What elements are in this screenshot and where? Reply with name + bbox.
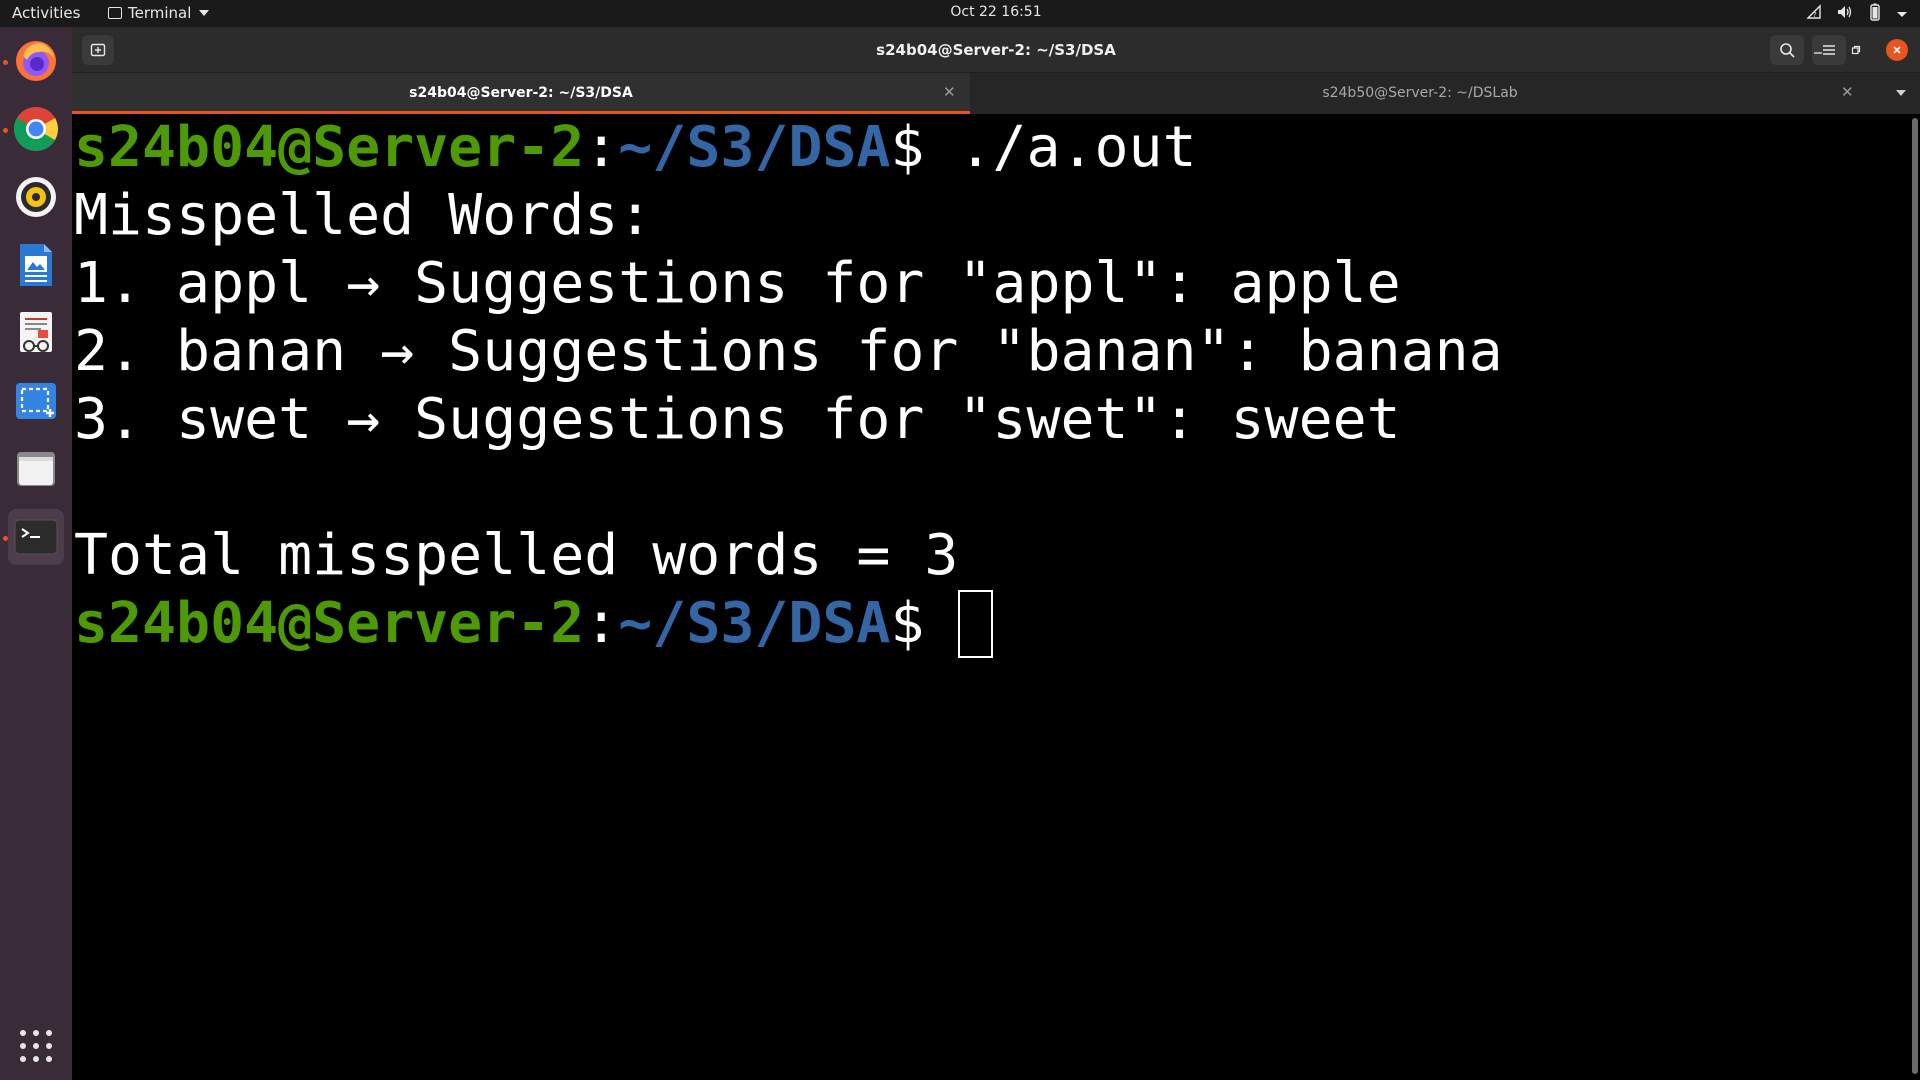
tab-list-chevron-icon[interactable] [1896, 90, 1906, 96]
network-icon[interactable]: ? [1806, 4, 1822, 24]
text-cursor [958, 590, 994, 658]
window-header: s24b04@Server-2: ~/S3/DSA [72, 27, 1920, 73]
scrollbar-thumb[interactable] [1912, 118, 1918, 1074]
prompt-path: ~/S3/DSA [618, 591, 891, 656]
prompt-symbol: $ [890, 591, 959, 656]
output-line: 2. banan → Suggestions for "banan": bana… [74, 319, 1503, 384]
prompt-symbol: $ [890, 115, 959, 180]
terminal-icon[interactable] [8, 509, 64, 565]
output-line: 3. swet → Suggestions for "swet": sweet [74, 387, 1401, 452]
command-line: s24b04@Server-2:~/S3/DSA$ ./a.out [74, 114, 1910, 182]
terminal-scrollbar[interactable] [1910, 114, 1920, 1080]
system-menu-icon[interactable] [1896, 5, 1908, 23]
screenshot-icon[interactable] [8, 373, 64, 429]
document-viewer-icon[interactable] [8, 305, 64, 361]
clock[interactable]: Oct 22 16:51 [0, 4, 1920, 20]
prompt-line: s24b04@Server-2:~/S3/DSA$ [74, 590, 1910, 658]
close-window-button[interactable] [1886, 39, 1908, 61]
close-tab-icon[interactable]: ✕ [1841, 83, 1854, 101]
output-line: Total misspelled words = 3 [74, 523, 959, 588]
close-tab-icon[interactable]: ✕ [943, 83, 956, 101]
prompt-user: s24b04@Server-2 [74, 115, 585, 180]
search-button[interactable] [1770, 35, 1804, 65]
prompt-separator: : [584, 115, 619, 180]
close-icon [1893, 46, 1901, 54]
minimize-icon [1814, 52, 1822, 54]
restore-icon [1851, 45, 1861, 55]
minimize-button[interactable] [1808, 40, 1828, 60]
tab-dsa[interactable]: s24b04@Server-2: ~/S3/DSA ✕ [72, 73, 970, 114]
files-icon[interactable] [8, 441, 64, 497]
tab-label: s24b04@Server-2: ~/S3/DSA [409, 85, 633, 101]
command-text: ./a.out [958, 115, 1197, 180]
tab-bar: s24b04@Server-2: ~/S3/DSA ✕ s24b50@Serve… [72, 73, 1920, 114]
search-icon [1780, 43, 1795, 58]
firefox-icon[interactable] [8, 33, 64, 89]
tab-dslab[interactable]: s24b50@Server-2: ~/DSLab ✕ [972, 73, 1868, 114]
system-tray[interactable]: ? [1806, 3, 1908, 25]
top-bar: Activities Terminal Oct 22 16:51 ? [0, 0, 1920, 27]
prompt-user: s24b04@Server-2 [74, 591, 585, 656]
tab-label: s24b50@Server-2: ~/DSLab [1322, 85, 1518, 101]
output-line: Misspelled Words: [74, 183, 653, 248]
dock [0, 27, 72, 1080]
svg-text:?: ? [1813, 11, 1817, 19]
output-line: 1. appl → Suggestions for "appl": apple [74, 251, 1401, 316]
writer-icon[interactable] [8, 237, 64, 293]
window-title: s24b04@Server-2: ~/S3/DSA [876, 41, 1116, 59]
battery-icon[interactable] [1868, 3, 1882, 25]
chrome-icon[interactable] [8, 101, 64, 157]
prompt-path: ~/S3/DSA [618, 115, 891, 180]
prompt-separator: : [584, 591, 619, 656]
rhythmbox-icon[interactable] [8, 169, 64, 225]
grid-icon[interactable] [20, 1030, 52, 1062]
terminal-output[interactable]: s24b04@Server-2:~/S3/DSA$ ./a.out Misspel… [72, 114, 1910, 1080]
restore-button[interactable] [1846, 40, 1866, 60]
volume-icon[interactable] [1836, 4, 1854, 24]
